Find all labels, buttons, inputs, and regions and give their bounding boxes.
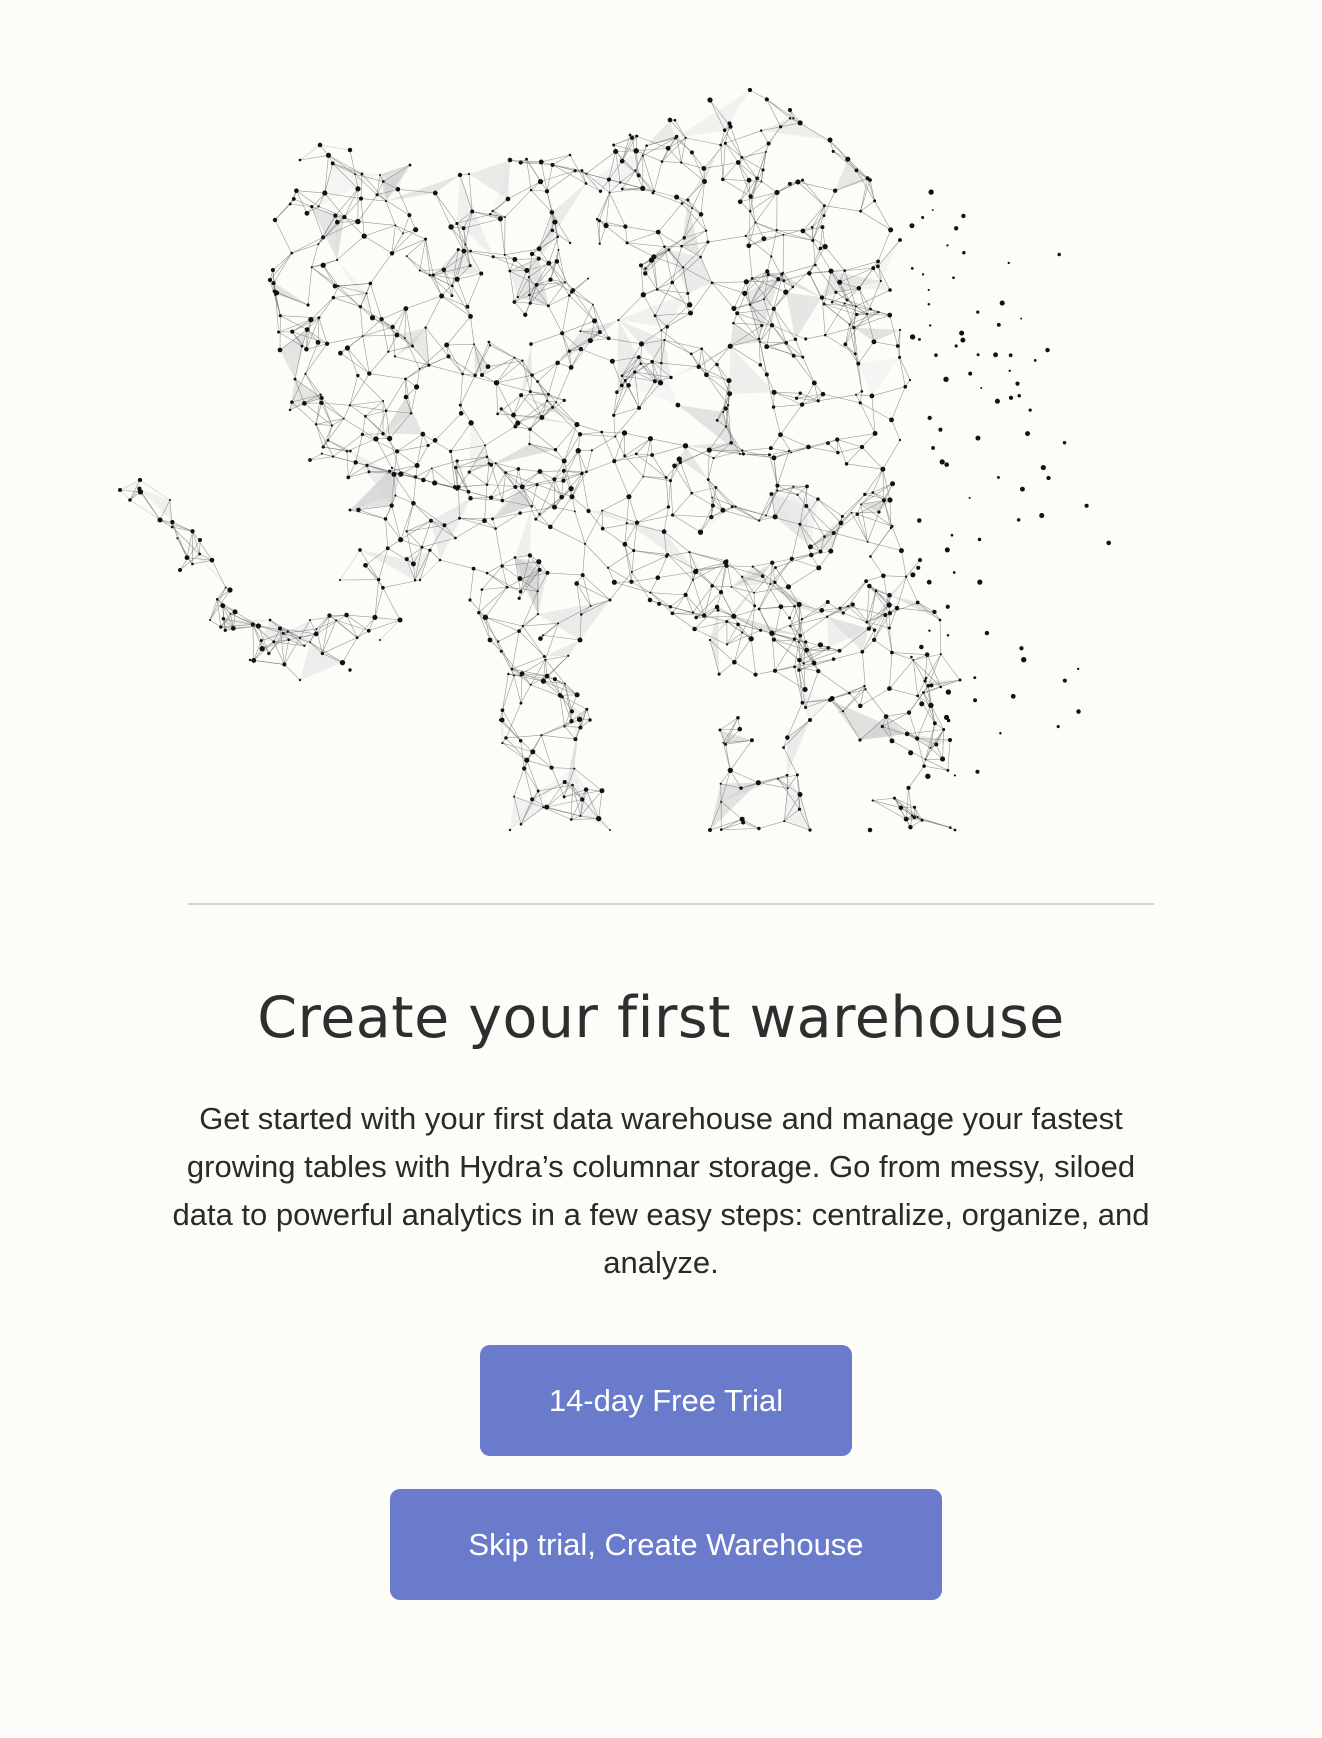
onboarding-page: Create your first warehouse Get started …: [0, 0, 1322, 1738]
page-description: Get started with your first data warehou…: [172, 1101, 1150, 1280]
create-warehouse-button[interactable]: Skip trial, Create Warehouse: [390, 1489, 942, 1600]
free-trial-button[interactable]: 14-day Free Trial: [480, 1345, 852, 1456]
ground-divider: [188, 903, 1154, 905]
page-title: Create your first warehouse: [257, 985, 1065, 1051]
elephant-network-illustration: [110, 80, 1210, 910]
elephant-icon: [118, 87, 1112, 833]
